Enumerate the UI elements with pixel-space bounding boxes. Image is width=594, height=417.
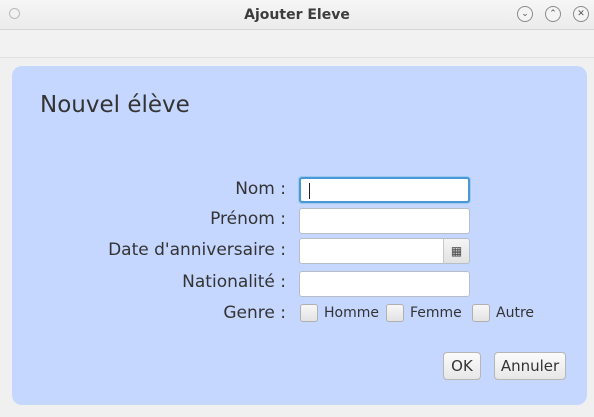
date-picker-button[interactable]: ▦ bbox=[443, 238, 470, 264]
date-input[interactable] bbox=[299, 238, 444, 264]
menu-bar bbox=[0, 30, 594, 58]
genre-femme-checkbox[interactable] bbox=[386, 304, 404, 322]
dialog-heading: Nouvel élève bbox=[40, 92, 190, 118]
nationalite-label: Nationalité : bbox=[182, 272, 286, 292]
nom-label: Nom : bbox=[235, 179, 286, 199]
genre-autre-label: Autre bbox=[496, 305, 535, 321]
calendar-icon: ▦ bbox=[450, 244, 463, 258]
close-icon[interactable]: ✕ bbox=[573, 6, 589, 22]
nationalite-input[interactable] bbox=[299, 271, 470, 297]
text-caret bbox=[309, 183, 310, 199]
minimize-icon[interactable]: ⌄ bbox=[517, 6, 533, 22]
cancel-button[interactable]: Annuler bbox=[494, 352, 566, 380]
maximize-icon[interactable]: ⌃ bbox=[545, 6, 561, 22]
prenom-input[interactable] bbox=[299, 208, 470, 234]
prenom-label: Prénom : bbox=[210, 209, 286, 229]
window-titlebar: Ajouter Eleve ⌄ ⌃ ✕ bbox=[0, 0, 594, 30]
genre-label: Genre : bbox=[223, 303, 286, 323]
genre-femme-label: Femme bbox=[410, 305, 462, 321]
ok-button[interactable]: OK bbox=[443, 352, 481, 380]
genre-autre-checkbox[interactable] bbox=[472, 304, 490, 322]
genre-homme-checkbox[interactable] bbox=[300, 304, 318, 322]
date-label: Date d'anniversaire : bbox=[108, 240, 286, 260]
window-title: Ajouter Eleve bbox=[244, 7, 350, 23]
nom-input[interactable] bbox=[299, 177, 470, 203]
genre-homme-label: Homme bbox=[324, 305, 379, 321]
